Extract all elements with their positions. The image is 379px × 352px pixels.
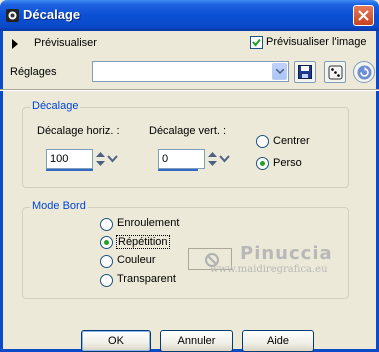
reset-defaults-button[interactable] — [353, 61, 375, 83]
horiz-offset-input[interactable]: 100 — [46, 149, 93, 169]
random-settings-button[interactable] — [324, 61, 346, 83]
preview-image-checkbox[interactable] — [250, 36, 263, 49]
horiz-offset-value: 100 — [50, 153, 69, 165]
radio-selected-dot — [260, 161, 265, 166]
horiz-offset-slider[interactable] — [46, 169, 93, 171]
spinner-arrows-icon — [208, 152, 217, 166]
centre-radio[interactable] — [256, 135, 269, 148]
vert-offset-input[interactable]: 0 — [158, 149, 205, 169]
cancel-button[interactable]: Annuler — [160, 330, 233, 352]
help-button[interactable]: Aide — [242, 330, 314, 352]
watermark-url: www.maidiregrafica.eu — [210, 264, 328, 275]
transparent-radio-label[interactable]: Transparent — [117, 273, 176, 285]
settings-combo[interactable] — [92, 61, 289, 82]
custom-radio[interactable] — [256, 157, 269, 170]
radio-selected-dot — [104, 240, 109, 245]
horiz-offset-label: Décalage horiz. : — [37, 125, 120, 137]
vert-offset-label: Décalage vert. : — [149, 125, 227, 137]
expand-arrow-icon — [12, 39, 18, 49]
centre-radio-label[interactable]: Centrer — [273, 135, 310, 147]
close-button[interactable] — [353, 5, 374, 26]
custom-radio-label[interactable]: Perso — [273, 157, 302, 169]
wrap-radio[interactable] — [100, 218, 113, 231]
wrap-radio-label[interactable]: Enroulement — [117, 217, 179, 229]
transparent-radio[interactable] — [100, 274, 113, 287]
separator — [0, 89, 379, 91]
offset-group-legend: Décalage — [30, 100, 81, 112]
reset-icon — [357, 65, 372, 80]
offset-groupbox — [22, 107, 349, 188]
chevron-down-icon — [107, 155, 118, 163]
save-preset-button[interactable] — [294, 61, 316, 83]
vert-offset-spinner[interactable] — [206, 149, 219, 169]
ok-button[interactable]: OK — [81, 330, 151, 352]
preview-image-label: Prévisualiser l'image — [266, 36, 367, 48]
horiz-offset-dropdown[interactable] — [107, 149, 118, 169]
repeat-radio-label[interactable]: Répétition — [116, 235, 170, 249]
title-bar: Décalage — [0, 0, 379, 31]
vert-offset-value: 0 — [162, 153, 169, 165]
window-title: Décalage — [23, 7, 81, 22]
preview-toggle[interactable]: Prévisualiser — [10, 37, 100, 51]
close-icon — [358, 10, 369, 21]
repeat-radio[interactable] — [100, 236, 113, 249]
settings-dropdown-button[interactable] — [272, 63, 287, 80]
vert-offset-slider[interactable] — [158, 169, 198, 171]
checkmark-icon — [252, 38, 261, 47]
watermark-name: Pinuccia — [240, 243, 333, 264]
vert-offset-dropdown[interactable] — [219, 149, 230, 169]
spinner-arrows-icon — [96, 152, 105, 166]
chevron-down-icon — [219, 155, 230, 163]
dice-icon — [328, 65, 343, 80]
settings-label: Réglages — [10, 66, 57, 78]
paint-shop-icon — [6, 9, 19, 22]
horiz-offset-spinner[interactable] — [94, 149, 107, 169]
save-icon — [298, 65, 312, 79]
color-radio-label[interactable]: Couleur — [117, 254, 156, 266]
chevron-down-icon — [276, 69, 284, 74]
color-radio[interactable] — [100, 255, 113, 268]
edge-mode-legend: Mode Bord — [30, 200, 88, 212]
preview-toggle-label: Prévisualiser — [34, 37, 97, 49]
